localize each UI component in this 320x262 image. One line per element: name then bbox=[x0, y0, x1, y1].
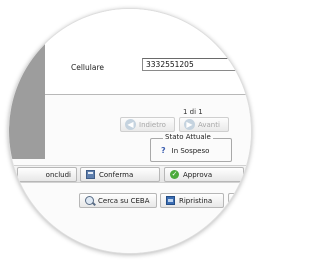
status-legend: Stato Attuale bbox=[163, 133, 213, 141]
secondary-button-partial[interactable] bbox=[228, 193, 240, 208]
arrow-left-icon: ◀ bbox=[125, 119, 136, 130]
next-button-label: Avanti bbox=[198, 120, 220, 129]
question-icon: ? bbox=[161, 146, 166, 155]
cerca-ceba-button-label: Cerca su CEBA bbox=[98, 196, 150, 205]
arrow-right-icon: ▶ bbox=[184, 119, 195, 130]
approva-button[interactable]: ✓ Approva bbox=[164, 167, 244, 182]
concludi-button[interactable]: oncludi bbox=[17, 167, 77, 182]
conferma-button[interactable]: Conferma bbox=[80, 167, 160, 182]
left-side-panel bbox=[9, 9, 45, 159]
next-button[interactable]: ▶ Avanti bbox=[179, 117, 229, 132]
magnifier-icon bbox=[85, 196, 94, 205]
screenshot-stage: Cellulare 1 di 1 ◀ Indietro ▶ Avanti Sta… bbox=[0, 0, 260, 262]
conferma-button-label: Conferma bbox=[99, 170, 134, 179]
status-value-row: ? In Sospeso bbox=[161, 146, 209, 155]
ripristina-button[interactable]: Ripristina bbox=[160, 193, 224, 208]
floppy-disk-icon bbox=[86, 170, 95, 179]
cellulare-input[interactable] bbox=[142, 58, 242, 71]
concludi-button-label: oncludi bbox=[45, 170, 71, 179]
status-fieldset: Stato Attuale ? In Sospeso bbox=[150, 133, 232, 162]
magnifier-lens: Cellulare 1 di 1 ◀ Indietro ▶ Avanti Sta… bbox=[8, 8, 252, 254]
page-indicator: 1 di 1 bbox=[183, 108, 203, 116]
check-circle-icon: ✓ bbox=[170, 170, 179, 179]
ripristina-button-label: Ripristina bbox=[179, 196, 213, 205]
restore-icon bbox=[166, 196, 175, 205]
prev-button[interactable]: ◀ Indietro bbox=[120, 117, 175, 132]
cerca-ceba-button[interactable]: Cerca su CEBA bbox=[79, 193, 157, 208]
cellulare-label: Cellulare bbox=[71, 63, 104, 72]
form-panel: Cellulare bbox=[45, 9, 251, 95]
approva-button-label: Approva bbox=[183, 170, 213, 179]
status-value: In Sospeso bbox=[171, 146, 210, 155]
toolbar-button-partial[interactable] bbox=[247, 167, 251, 182]
app-window: Cellulare 1 di 1 ◀ Indietro ▶ Avanti Sta… bbox=[9, 9, 251, 253]
prev-button-label: Indietro bbox=[139, 120, 166, 129]
